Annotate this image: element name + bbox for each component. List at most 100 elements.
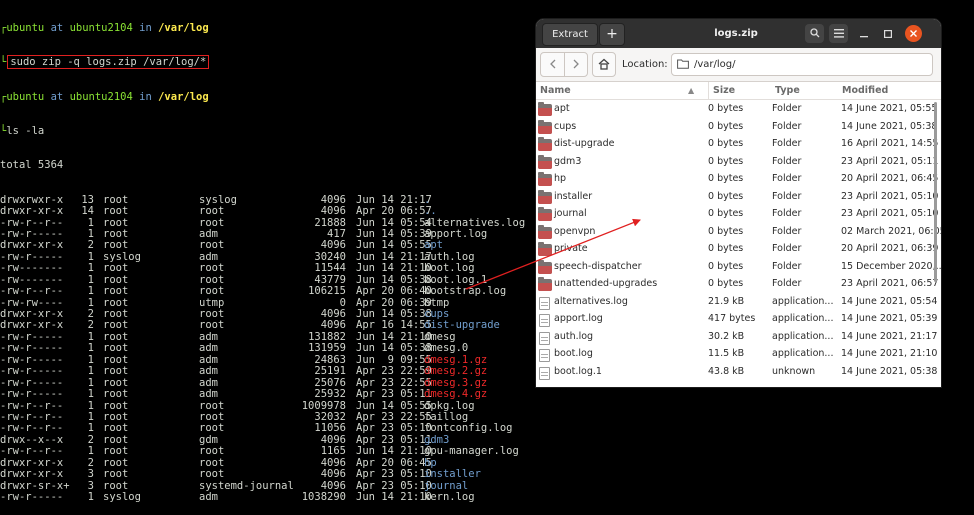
file-type: application... — [772, 348, 834, 359]
ls-date: Jun 14 21:10 — [356, 445, 432, 458]
file-type: Folder — [772, 103, 802, 114]
ls-permissions: -rw-r--r-- — [0, 399, 64, 412]
file-row[interactable]: boot.log 11.5 kB application... 14 June 202… — [536, 345, 941, 363]
column-header-modified-label: Modified — [842, 85, 889, 96]
file-modified: 15 December 2020,... — [841, 260, 941, 272]
ls-row: -rw-r--r-- 1 root root 11056 Apr 23 05:10 font… — [0, 422, 974, 435]
ls-permissions: -rw------- — [0, 262, 64, 275]
folder-icon-shape — [538, 119, 552, 134]
ls-owner: root — [103, 262, 129, 275]
ls-row: -rw-r----- 1 root adm 25932 Apr 23 05:11 dmesg… — [0, 388, 974, 401]
ls-date: Apr 23 22:55 — [356, 376, 432, 389]
archive-manager-window: Extract + logs.zip Location: /var/log/ N… — [536, 19, 941, 387]
ls-name: kern.log — [424, 491, 475, 503]
ls-size: 25191 — [314, 365, 346, 378]
file-row[interactable]: dist-upgrade 0 bytes Folder 16 April 2021, … — [536, 135, 941, 153]
folder-icon-shape — [538, 277, 552, 291]
ls-links: 2 — [87, 433, 94, 446]
file-row[interactable]: hp 0 bytes Folder 20 April 2021, 06:45 — [536, 170, 941, 188]
file-modified: 23 April 2021, 05:10 — [841, 190, 939, 202]
location-label: Location: — [622, 59, 668, 70]
ls-owner: root — [103, 445, 129, 458]
ls-size: 11544 — [314, 262, 346, 275]
ls-size: 25932 — [314, 388, 346, 401]
file-name: apport.log — [554, 313, 603, 324]
file-icon-shape — [539, 296, 550, 310]
file-modified: 14 June 2021, 05:54 — [841, 295, 938, 307]
ls-size: 1165 — [320, 445, 346, 458]
ls-name: bootstrap.log — [424, 285, 507, 298]
zip-command: sudo zip -q logs.zip /var/log/* — [7, 55, 210, 70]
ls-permissions: -rw-r----- — [0, 365, 64, 378]
column-header-name[interactable]: Name — [540, 82, 571, 99]
forward-button[interactable] — [564, 53, 587, 76]
ls-row: -rw-r--r-- 1 root root 1165 Jun 14 21:10 gpu-m… — [0, 445, 974, 458]
chevron-left-icon — [549, 59, 555, 69]
back-button[interactable] — [541, 53, 565, 76]
file-row[interactable]: openvpn 0 bytes Folder 02 March 2021, 06:05 — [536, 223, 941, 241]
file-type: Folder — [772, 208, 802, 219]
folder-icon-shape — [538, 154, 552, 169]
prompt-arrow: └ — [0, 56, 7, 69]
scrollbar[interactable] — [934, 102, 937, 282]
file-row[interactable]: auth.log 30.2 kB application... 14 June 202… — [536, 328, 941, 346]
column-header-size[interactable]: Size — [708, 82, 735, 99]
search-button[interactable] — [805, 24, 824, 43]
chevron-right-icon — [573, 59, 579, 69]
file-name: installer — [554, 190, 593, 202]
file-row[interactable]: private 0 bytes Folder 20 April 2021, 06:39 — [536, 240, 941, 258]
ls-size: 32032 — [314, 410, 346, 423]
ls-links: 1 — [87, 365, 94, 378]
ls-owner: root — [103, 388, 129, 401]
file-icon-shape — [539, 366, 550, 380]
ls-links: 3 — [87, 468, 94, 481]
file-size: 0 bytes — [708, 260, 744, 272]
location-field[interactable]: /var/log/ — [671, 53, 933, 76]
home-button[interactable] — [592, 52, 616, 77]
extract-button[interactable]: Extract — [542, 23, 598, 46]
ls-owner: root — [103, 365, 129, 378]
ls-permissions: -rw-r----- — [0, 388, 64, 401]
file-row[interactable]: unattended-upgrades 0 bytes Folder 23 April… — [536, 275, 941, 293]
ls-size: 4096 — [320, 456, 346, 469]
prompt-dir: /var/log — [158, 90, 209, 103]
file-icon-shape — [539, 349, 550, 362]
prompt-in: in — [139, 21, 152, 34]
ls-date: Apr 23 22:59 — [356, 365, 432, 378]
file-row[interactable]: boot.log.1 43.8 kB unknown 14 June 2021, 05… — [536, 363, 941, 381]
file-row[interactable]: speech-dispatcher 0 bytes Folder 15 Decembe… — [536, 258, 941, 276]
file-row[interactable]: gdm3 0 bytes Folder 23 April 2021, 05:11 — [536, 153, 941, 171]
ls-date: Apr 23 05:11 — [356, 388, 432, 401]
file-modified: 14 June 2021, 05:38 — [841, 120, 938, 132]
ls-group: adm — [199, 365, 218, 378]
maximize-icon — [883, 30, 892, 39]
file-name: private — [554, 243, 588, 254]
minimize-button[interactable] — [854, 24, 873, 43]
file-row[interactable]: apport.log 417 bytes application... 14 June… — [536, 310, 941, 328]
menu-button[interactable] — [829, 24, 848, 43]
folder-icon-shape — [538, 137, 552, 151]
file-modified: 02 March 2021, 06:05 — [841, 225, 941, 237]
file-size: 0 bytes — [708, 208, 744, 219]
ls-date: Apr 20 06:57 — [356, 205, 432, 218]
file-name: hp — [554, 173, 567, 184]
close-button[interactable] — [905, 25, 922, 42]
file-row[interactable]: cups 0 bytes Folder 14 June 2021, 05:38 — [536, 118, 941, 136]
add-files-button[interactable]: + — [599, 23, 625, 46]
file-type: Folder — [772, 120, 802, 132]
file-icon-shape — [539, 314, 550, 327]
ls-name: gdm3 — [424, 433, 450, 446]
file-row[interactable]: journal 0 bytes Folder 23 April 2021, 05:10 — [536, 205, 941, 223]
prompt-host: ubuntu2104 — [69, 90, 133, 103]
ls-owner: root — [103, 422, 129, 435]
file-type: Folder — [772, 138, 802, 149]
file-row[interactable]: alternatives.log 21.9 kB application... 14 … — [536, 293, 941, 311]
file-row[interactable]: apt 0 bytes Folder 14 June 2021, 05:55 — [536, 100, 941, 118]
folder-icon — [677, 59, 689, 69]
maximize-button[interactable] — [878, 24, 897, 43]
ls-date: Apr 20 06:45 — [356, 456, 432, 469]
file-row[interactable]: installer 0 bytes Folder 23 April 2021, 05:… — [536, 188, 941, 206]
file-icon — [538, 365, 550, 387]
ls-links: 1 — [87, 376, 94, 389]
ls-name: boot.log — [424, 262, 475, 275]
